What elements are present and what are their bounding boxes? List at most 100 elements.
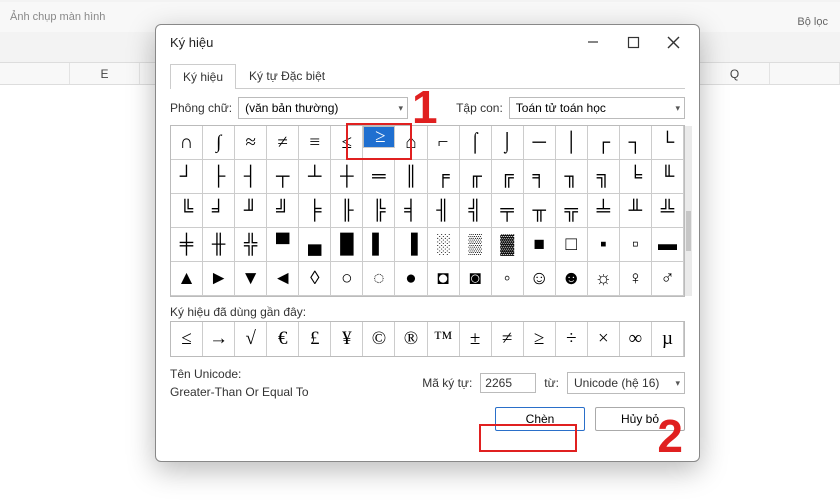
recent-symbol-cell[interactable]: ∞ [620,322,652,356]
maximize-button[interactable] [613,28,653,56]
recent-symbol-cell[interactable]: √ [235,322,267,356]
symbol-cell[interactable]: ⌂ [395,126,427,160]
symbol-cell[interactable]: │ [556,126,588,160]
symbol-cell[interactable]: ░ [428,228,460,262]
symbol-cell[interactable]: ╧ [588,194,620,228]
symbol-cell[interactable]: █ [331,228,363,262]
symbol-cell[interactable]: ∩ [171,126,203,160]
font-select[interactable]: (văn bản thường) ▾ [238,97,408,119]
symbol-cell[interactable]: ╔ [492,160,524,194]
symbol-cell[interactable]: ╡ [395,194,427,228]
symbol-cell[interactable]: ◙ [460,262,492,296]
symbol-cell[interactable]: ▲ [171,262,203,296]
symbol-cell[interactable]: ♀ [620,262,652,296]
symbol-cell[interactable]: ═ [363,160,395,194]
recent-symbol-cell[interactable]: £ [299,322,331,356]
symbol-cell[interactable]: ◦ [492,262,524,296]
symbol-cell[interactable]: ▒ [460,228,492,262]
symbol-cell[interactable]: ► [203,262,235,296]
symbol-cell[interactable]: ╥ [524,194,556,228]
symbol-cell[interactable]: ╘ [620,160,652,194]
symbol-cell[interactable]: ⌡ [492,126,524,160]
recent-symbol-cell[interactable]: ™ [428,322,460,356]
recent-symbol-cell[interactable]: ± [460,322,492,356]
recent-symbol-cell[interactable]: © [363,322,395,356]
symbol-cell[interactable]: ╒ [428,160,460,194]
symbol-cell[interactable]: ◘ [428,262,460,296]
from-select[interactable]: Unicode (hệ 16) ▾ [567,372,685,394]
symbol-cell[interactable]: ╨ [620,194,652,228]
screenshot-btn[interactable]: Ảnh chụp màn hình [10,11,105,23]
recent-symbol-cell[interactable]: ≥ [524,322,556,356]
symbol-cell[interactable]: ╛ [203,194,235,228]
symbol-cell[interactable]: ╞ [299,194,331,228]
symbol-cell[interactable]: ╟ [331,194,363,228]
symbol-cell[interactable]: ☺ [524,262,556,296]
column-header[interactable]: Q [700,63,770,84]
column-header[interactable]: E [70,63,140,84]
symbol-cell[interactable]: ╢ [428,194,460,228]
symbol-cell[interactable]: ┼ [331,160,363,194]
symbol-cell[interactable]: ▪ [588,228,620,262]
recent-symbol-cell[interactable]: ® [395,322,427,356]
symbol-cell[interactable]: ╫ [203,228,235,262]
symbol-cell[interactable]: ╦ [556,194,588,228]
symbol-cell[interactable]: ☼ [588,262,620,296]
symbol-cell[interactable]: ┤ [235,160,267,194]
symbol-cell[interactable]: ▫ [620,228,652,262]
char-code-input[interactable]: 2265 [480,373,536,393]
symbol-cell[interactable]: ≈ [235,126,267,160]
recent-symbol-cell[interactable]: € [267,322,299,356]
symbol-cell[interactable]: ∫ [203,126,235,160]
symbol-cell[interactable]: ♂ [652,262,684,296]
symbol-cell[interactable]: ┌ [588,126,620,160]
minimize-button[interactable] [573,28,613,56]
symbol-cell[interactable]: ≡ [299,126,331,160]
symbol-cell[interactable]: ◊ [299,262,331,296]
close-button[interactable] [653,28,693,56]
symbol-cell[interactable]: ┐ [620,126,652,160]
symbol-cell[interactable]: ╤ [492,194,524,228]
symbol-cell[interactable]: ≤ [331,126,363,160]
symbol-cell[interactable]: ╙ [652,160,684,194]
symbol-cell[interactable]: ○ [331,262,363,296]
symbol-cell[interactable]: ◌ [363,262,395,296]
symbol-cell[interactable]: ▀ [267,228,299,262]
symbol-cell[interactable]: ╠ [363,194,395,228]
symbol-cell[interactable]: ╪ [171,228,203,262]
symbol-cell[interactable]: ▼ [235,262,267,296]
symbol-cell[interactable]: ▄ [299,228,331,262]
symbol-cell[interactable]: ╝ [267,194,299,228]
recent-symbol-cell[interactable]: → [203,322,235,356]
symbol-cell[interactable]: ≠ [267,126,299,160]
symbol-cell[interactable]: ☻ [556,262,588,296]
recent-symbol-cell[interactable]: ÷ [556,322,588,356]
symbol-cell[interactable]: ╬ [235,228,267,262]
symbol-cell[interactable]: ╩ [652,194,684,228]
symbol-cell[interactable]: ─ [524,126,556,160]
recent-symbol-cell[interactable]: ≤ [171,322,203,356]
symbol-cell[interactable]: ┴ [299,160,331,194]
recent-symbol-cell[interactable]: ≠ [492,322,524,356]
symbol-cell[interactable]: ┘ [171,160,203,194]
cancel-button[interactable]: Hủy bỏ [595,407,685,431]
symbol-cell[interactable]: └ [652,126,684,160]
symbol-cell[interactable]: ▌ [363,228,395,262]
symbol-cell[interactable]: ╗ [588,160,620,194]
insert-button[interactable]: Chèn [495,407,585,431]
symbol-cell[interactable]: ▓ [492,228,524,262]
column-header[interactable] [0,63,70,84]
recent-symbol-cell[interactable]: ¥ [331,322,363,356]
symbol-cell[interactable]: ≥ [363,126,395,148]
symbol-cell[interactable]: □ [556,228,588,262]
symbol-cell[interactable]: ■ [524,228,556,262]
symbol-cell[interactable]: ◄ [267,262,299,296]
subset-select[interactable]: Toán tử toán học ▾ [509,97,685,119]
tab-symbols[interactable]: Ký hiệu [170,64,236,89]
symbol-cell[interactable]: ⌐ [428,126,460,160]
symbol-cell[interactable]: ║ [395,160,427,194]
symbol-cell[interactable]: ╚ [171,194,203,228]
recent-symbol-cell[interactable]: × [588,322,620,356]
symbol-cell[interactable]: ▬ [652,228,684,262]
symbol-cell[interactable]: ╕ [524,160,556,194]
